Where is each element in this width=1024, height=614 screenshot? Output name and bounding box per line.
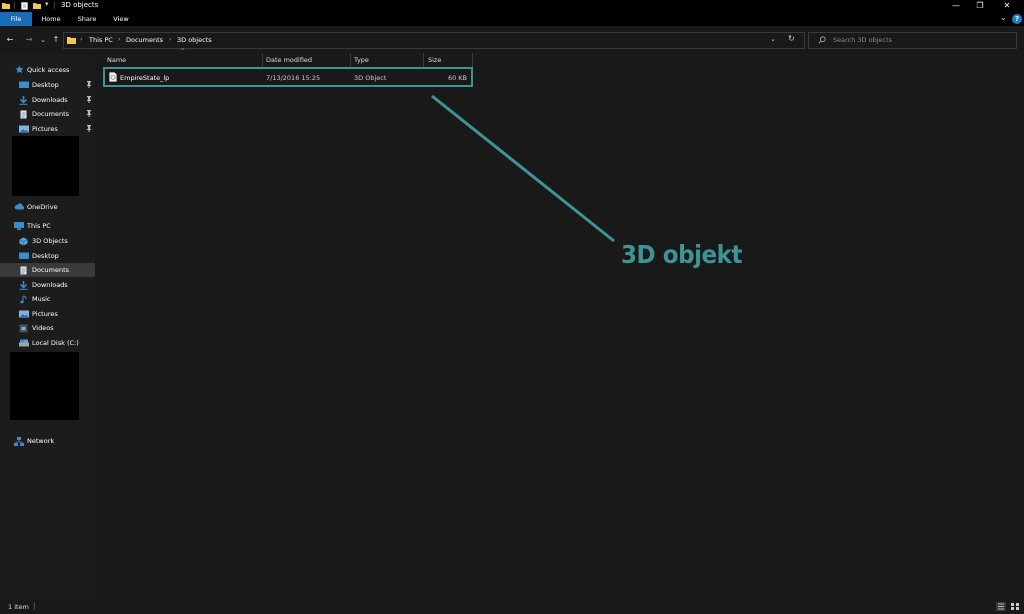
large-icons-view-button[interactable] [1010, 602, 1020, 611]
status-separator: | [33, 602, 36, 610]
status-bar: 1 item | [0, 599, 1024, 614]
item-count: 1 item [8, 603, 29, 611]
details-view-button[interactable] [996, 602, 1006, 611]
annotation-label: 3D objekt [621, 240, 743, 269]
annotation-arrow-line [431, 94, 615, 243]
